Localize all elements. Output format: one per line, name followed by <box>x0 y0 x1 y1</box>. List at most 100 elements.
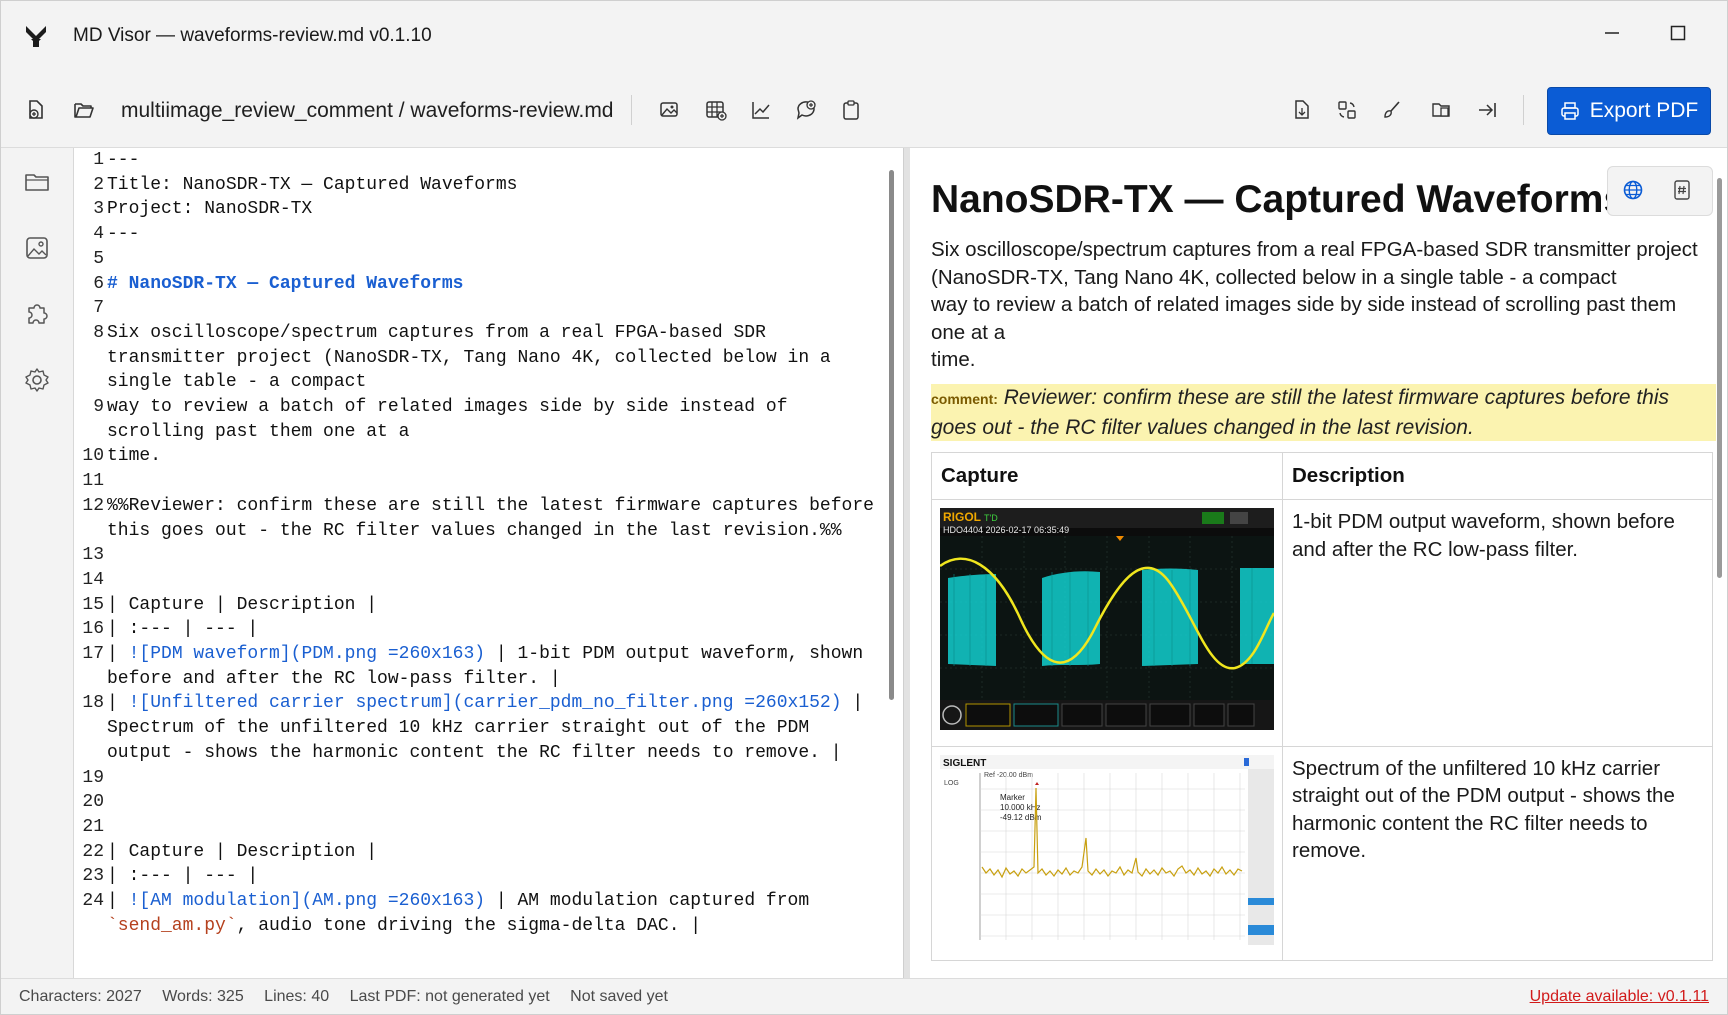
insert-image-icon[interactable] <box>657 97 683 123</box>
editor-line[interactable]: 15 | Capture | Description | <box>82 593 877 618</box>
editor-line[interactable]: 18 | ![Unfiltered carrier spectrum](carri… <box>82 691 877 765</box>
editor-line[interactable]: 14 <box>82 568 877 593</box>
editor-line[interactable]: 11 <box>82 469 877 494</box>
title-bar: MD Visor — waveforms-review.md v0.1.10 <box>1 1 1727 71</box>
pdm-waveform-image[interactable]: RIGOL T'D HDO4404 2026-02-17 06:35:49 <box>939 508 1276 730</box>
editor-line[interactable]: 9 way to review a batch of related images… <box>93 395 877 444</box>
status-bar: Characters: 2027 Words: 325 Lines: 40 La… <box>1 978 1727 1014</box>
line-text: --- <box>107 150 140 170</box>
comment-text: Reviewer: confirm these are still the la… <box>931 386 1670 439</box>
editor-line[interactable]: 13 <box>82 543 877 568</box>
row-description: Spectrum of the unfiltered 10 kHz carrie… <box>1282 745 1713 962</box>
editor-line[interactable]: 17 | ![PDM waveform](PDM.png =260x163) | … <box>82 642 877 691</box>
editor-line[interactable]: 22 | Capture | Description | <box>82 840 877 865</box>
inline-code-text: `send_am.py` <box>107 915 237 936</box>
editor-line[interactable]: 7 <box>93 296 877 321</box>
captures-table: Capture Description RIGOL T'D HDO4404 20… <box>931 452 1713 962</box>
editor-line[interactable]: 1 --- <box>93 148 877 173</box>
line-number: 17 <box>82 643 104 664</box>
hash-icon[interactable] <box>1664 172 1700 208</box>
markdown-editor[interactable]: 1 --- 2 Title: NanoSDR-TX — Captured Wavefo… <box>73 148 904 978</box>
settings-icon[interactable] <box>23 366 51 394</box>
word-count: Words: 325 <box>162 988 244 1005</box>
editor-line[interactable]: 19 <box>82 766 877 791</box>
editor-line[interactable]: 20 <box>82 790 877 815</box>
line-number: 13 <box>82 545 104 566</box>
line-number: 15 <box>82 594 104 615</box>
line-number: 10 <box>82 446 104 467</box>
editor-line[interactable]: 16 | :--- | --- | <box>82 617 877 642</box>
image-link-text: ![AM modulation](AM.png =260x163) <box>128 890 486 911</box>
comment-tag: comment: <box>931 391 998 407</box>
paragraph-line: way to review a batch of related images … <box>931 293 1677 317</box>
line-text: %%Reviewer: confirm these are still the … <box>107 495 885 541</box>
line-number: 1 <box>93 150 104 170</box>
line-text: , audio tone driving the sigma-delta DAC… <box>236 915 702 936</box>
line-text: Title: NanoSDR-TX — Captured Waveforms <box>107 174 518 195</box>
row-description: 1-bit PDM output waveform, shown before … <box>1282 499 1713 747</box>
editor-line[interactable]: 23 | :--- | --- | <box>82 864 877 889</box>
new-file-icon[interactable] <box>23 97 49 123</box>
image-icon[interactable] <box>23 234 51 262</box>
line-number: 6 <box>93 273 104 294</box>
compare-icon[interactable] <box>1429 97 1455 123</box>
brush-icon[interactable] <box>1379 97 1405 123</box>
line-text: time. <box>107 446 162 467</box>
line-number: 19 <box>82 767 104 788</box>
file-export-icon[interactable] <box>1289 97 1315 123</box>
paragraph-line: (NanoSDR-TX, Tang Nano 4K, collected bel… <box>931 265 1617 289</box>
editor-line[interactable]: 8 Six oscilloscope/spectrum captures from… <box>93 321 877 395</box>
line-number: 8 <box>93 322 104 343</box>
editor-line[interactable]: 21 <box>82 815 877 840</box>
analyzer-scale-label: LOG <box>944 780 959 787</box>
editor-line[interactable]: 3 Project: NanoSDR-TX <box>93 197 877 222</box>
insert-chart-icon[interactable] <box>748 97 774 123</box>
editor-text[interactable]: 1 --- 2 Title: NanoSDR-TX — Captured Wavefo… <box>82 148 877 938</box>
table-header-row: Capture Description <box>931 452 1713 500</box>
scope-timestamp: HDO4404 2026-02-17 06:35:49 <box>943 525 1069 535</box>
line-text: --- <box>107 224 140 245</box>
line-text: | <box>107 693 129 714</box>
line-number: 3 <box>93 199 104 220</box>
line-number: 7 <box>93 298 104 319</box>
line-number: 24 <box>82 890 104 911</box>
markdown-preview: NanoSDR-TX — Captured Waveforms Six osci… <box>910 148 1727 978</box>
paragraph-line: Six oscilloscope/spectrum captures from … <box>931 238 1698 261</box>
line-number: 16 <box>82 619 104 640</box>
line-number: 9 <box>93 397 104 417</box>
table-row: RIGOL T'D HDO4404 2026-02-17 06:35:49 1-… <box>931 499 1713 747</box>
line-text: Six oscilloscope/spectrum captures from … <box>107 322 842 393</box>
line-text: | <box>107 890 129 911</box>
puzzle-icon[interactable] <box>23 300 51 328</box>
paragraph-line: one at a <box>931 320 1006 344</box>
insert-table-icon[interactable] <box>703 97 729 123</box>
collapse-right-icon[interactable] <box>1474 97 1500 123</box>
editor-line[interactable]: 2 Title: NanoSDR-TX — Captured Waveforms <box>93 173 877 198</box>
sync-icon[interactable] <box>1334 97 1360 123</box>
editor-line[interactable]: 6 # NanoSDR-TX — Captured Waveforms <box>93 272 877 297</box>
editor-line[interactable]: 4 --- <box>93 222 877 247</box>
maximize-button[interactable] <box>1655 13 1701 53</box>
line-number: 11 <box>82 471 104 492</box>
insert-comment-icon[interactable] <box>793 97 819 123</box>
editor-scrollbar[interactable] <box>889 170 894 700</box>
close-button[interactable] <box>1721 13 1727 53</box>
editor-line[interactable]: 10 time. <box>82 444 877 469</box>
minimize-icon <box>1605 32 1619 34</box>
open-folder-icon[interactable] <box>71 97 97 123</box>
globe-icon[interactable] <box>1615 172 1651 208</box>
paste-icon[interactable] <box>838 97 864 123</box>
preview-title: NanoSDR-TX — Captured Waveforms <box>931 178 1626 221</box>
minimize-button[interactable] <box>1589 13 1635 53</box>
editor-line[interactable]: 12 %%Reviewer: confirm these are still th… <box>82 494 877 543</box>
export-pdf-button[interactable]: Export PDF <box>1547 87 1711 135</box>
carrier-spectrum-image[interactable]: SIGLENT Ref -20.00 dBm LOG Marker 10.000… <box>940 754 1274 945</box>
editor-line[interactable]: 24 | ![AM modulation](AM.png =260x163) | … <box>82 889 877 938</box>
line-text: | Capture | Description | <box>107 594 378 615</box>
line-number: 4 <box>93 224 104 245</box>
line-text: | AM modulation captured from <box>485 890 820 911</box>
preview-scrollbar[interactable] <box>1717 178 1722 578</box>
folder-icon[interactable] <box>23 168 51 196</box>
update-available-link[interactable]: Update available: v0.1.11 <box>1530 988 1709 1006</box>
editor-line[interactable]: 5 <box>93 247 877 272</box>
